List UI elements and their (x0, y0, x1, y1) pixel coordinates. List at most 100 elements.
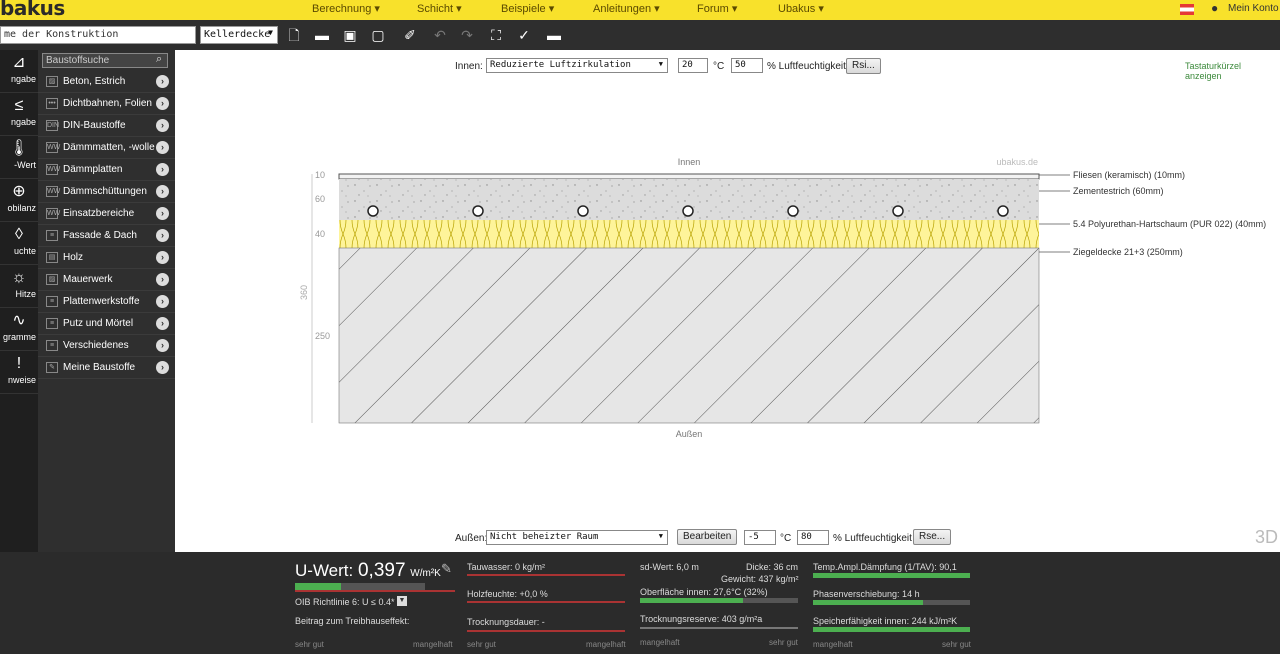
material-category-12[interactable]: ≡ Verschiedenes › (38, 335, 175, 357)
nav-ubakus[interactable]: Ubakus ▾ (778, 2, 824, 15)
rsi-button[interactable]: Rsi... (846, 58, 881, 74)
nav-berechnung[interactable]: Berechnung ▾ (312, 2, 380, 15)
chevron-right-icon[interactable]: › (156, 339, 169, 352)
inner-temp-unit: °C (713, 61, 725, 72)
open-folder-icon[interactable]: ▬ (312, 25, 332, 45)
chevron-right-icon[interactable]: › (156, 295, 169, 308)
chevron-right-icon[interactable]: › (156, 97, 169, 110)
material-category-0[interactable]: ▨ Beton, Estrich › (38, 71, 175, 93)
chevron-right-icon[interactable]: › (156, 229, 169, 242)
chevron-right-icon[interactable]: › (156, 75, 169, 88)
scale-good-1: sehr gut (295, 640, 324, 649)
inner-humidity-input[interactable]: 50 (731, 58, 763, 73)
undo-icon[interactable]: ↶ (430, 25, 450, 45)
leftnav-hinweise[interactable]: ! nweise (0, 351, 38, 394)
austria-flag-icon[interactable] (1180, 4, 1194, 15)
gewicht-text: Gewicht: 437 kg/m² (721, 574, 799, 584)
outer-humidity-input[interactable]: 80 (797, 530, 829, 545)
user-icon: ● (1211, 1, 1219, 15)
layer-fliesen[interactable] (338, 173, 1040, 180)
leftnav-u-wert[interactable]: 🌡 -Wert (0, 136, 38, 179)
material-category-label: Beton, Estrich (63, 76, 126, 87)
project-name-input[interactable]: me der Konstruktion (0, 26, 196, 44)
chevron-right-icon[interactable]: › (156, 185, 169, 198)
fullscreen-icon[interactable]: ⛶ (486, 25, 506, 45)
scale-bad-4: mangelhaft (813, 640, 853, 649)
leftnav-feuchte[interactable]: ◊ uchte (0, 222, 38, 265)
speicher-bar (813, 627, 970, 632)
search-icon[interactable]: ⌕ (156, 53, 162, 66)
material-category-7[interactable]: ≡ Fassade & Dach › (38, 225, 175, 247)
material-category-8[interactable]: ▤ Holz › (38, 247, 175, 269)
material-category-icon: ≡ (46, 340, 58, 351)
material-category-icon: ▤ (46, 252, 58, 263)
nav-beispiele[interactable]: Beispiele ▾ (501, 2, 554, 15)
view-3d-button[interactable]: 3D (1255, 527, 1278, 548)
nav-anleitungen[interactable]: Anleitungen ▾ (593, 2, 660, 15)
material-category-label: DIN-Baustoffe (63, 120, 126, 131)
leftnav-diagramme[interactable]: ∿ gramme (0, 308, 38, 351)
phasen-text: Phasenverschiebung: 14 h (813, 589, 920, 599)
rse-button[interactable]: Rse... (913, 529, 952, 545)
material-category-icon: WW (46, 164, 61, 175)
dicke-text: Dicke: 36 cm (746, 562, 799, 572)
material-category-icon: ••• (46, 98, 58, 109)
save-icon[interactable]: ▣ (340, 25, 360, 45)
chevron-right-icon[interactable]: › (156, 141, 169, 154)
wrench-icon[interactable]: ✎ (441, 561, 452, 577)
pdf-icon[interactable]: ▢ (368, 25, 388, 45)
top-nav-bar: bakus Berechnung ▾ Schicht ▾ Beispiele ▾… (0, 0, 1280, 20)
outer-temp-input[interactable]: -5 (744, 530, 776, 545)
outer-room-select[interactable]: Nicht beheizter Raum ▼ (486, 530, 668, 545)
redo-icon[interactable]: ↷ (457, 25, 477, 45)
app-logo[interactable]: bakus (0, 0, 65, 20)
inner-room-select[interactable]: Reduzierte Luftzirkulation ▼ (486, 58, 668, 73)
nav-schicht[interactable]: Schicht ▾ (417, 2, 462, 15)
layer-label-1: Fliesen (keramisch) (10mm) (1073, 170, 1185, 180)
droplet-icon: ◊ (15, 226, 23, 243)
leftnav-hitze[interactable]: ☼ Hitze (0, 265, 38, 308)
chevron-right-icon[interactable]: › (156, 251, 169, 264)
material-category-icon: ▨ (46, 274, 58, 285)
nav-forum[interactable]: Forum ▾ (697, 2, 737, 15)
diagram-bottom-label: Außen (676, 429, 703, 439)
chevron-right-icon[interactable]: › (156, 361, 169, 374)
chevron-right-icon[interactable]: › (156, 207, 169, 220)
leftnav-oekobilanz[interactable]: ⊕ obilanz (0, 179, 38, 222)
phasen-bar (813, 600, 970, 605)
inner-temp-input[interactable]: 20 (678, 58, 708, 73)
tools-icon[interactable]: ✓ (514, 25, 534, 45)
material-category-2[interactable]: DIN DIN-Baustoffe › (38, 115, 175, 137)
material-category-9[interactable]: ▨ Mauerwerk › (38, 269, 175, 291)
material-category-icon: ≡ (46, 296, 58, 307)
material-category-label: Verschiedenes (63, 340, 129, 351)
construction-type-select[interactable]: Kellerdecke ▼ (200, 26, 278, 44)
chevron-right-icon[interactable]: › (156, 273, 169, 286)
material-category-6[interactable]: WW Einsatzbereiche › (38, 203, 175, 225)
comment-icon[interactable]: ▬ (544, 25, 564, 45)
chevron-down-icon[interactable]: ▼ (397, 596, 407, 606)
material-category-4[interactable]: WW Dämmplatten › (38, 159, 175, 181)
chevron-right-icon[interactable]: › (156, 317, 169, 330)
edit-button[interactable]: Bearbeiten (677, 529, 738, 545)
material-category-10[interactable]: ≡ Plattenwerkstoffe › (38, 291, 175, 313)
chart-line-icon: ∿ (12, 312, 26, 329)
chevron-right-icon[interactable]: › (156, 119, 169, 132)
layer-pur-insulation[interactable] (339, 220, 1039, 248)
material-category-1[interactable]: ••• Dichtbahnen, Folien › (38, 93, 175, 115)
account-link[interactable]: Mein Konto (1228, 3, 1279, 14)
material-category-3[interactable]: WW Dämmmatten, -wolle › (38, 137, 175, 159)
chevron-right-icon[interactable]: › (156, 163, 169, 176)
layer-ziegeldecke[interactable] (338, 247, 1040, 424)
material-search-input[interactable]: Baustoffsuche (42, 53, 168, 68)
material-category-5[interactable]: WW Dämmschüttungen › (38, 181, 175, 203)
shortcuts-link[interactable]: Tastaturkürzel anzeigen (1185, 61, 1280, 81)
speicher-text: Speicherfähigkeit innen: 244 kJ/m²K (813, 616, 958, 626)
leftnav-eingabe[interactable]: ⊿ ngabe (0, 50, 38, 93)
material-category-11[interactable]: ≡ Putz und Mörtel › (38, 313, 175, 335)
new-document-icon[interactable]: 🗋 (284, 25, 304, 45)
trocknungsdauer-text: Trocknungsdauer: - (467, 617, 545, 627)
material-category-13[interactable]: ✎ Meine Baustoffe › (38, 357, 175, 379)
leftnav-eingabe2[interactable]: ≤ ngabe (0, 93, 38, 136)
edit-icon[interactable]: ✐ (400, 25, 420, 45)
